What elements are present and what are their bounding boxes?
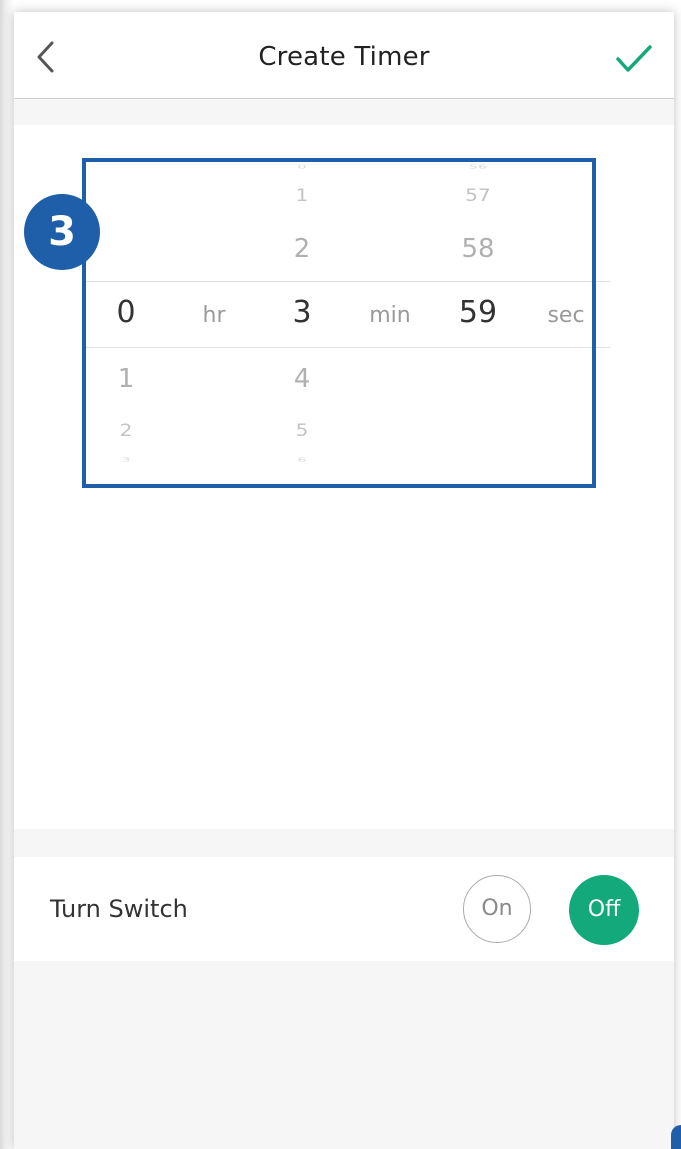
minutes-prev-value: 1 [295,184,309,206]
navigation-bar: Create Timer [14,12,674,99]
app-screen: Create Timer 0 1 2 3 hr 0 1 2 3 4 5 6 mi… [14,12,674,1149]
minutes-prev-value: 0 [297,163,307,171]
divider [82,281,170,282]
minutes-selected-value: 3 [292,295,312,330]
hours-unit-column: hr [170,158,258,488]
divider [522,347,610,348]
divider [82,347,170,348]
time-picker[interactable]: 0 1 2 3 hr 0 1 2 3 4 5 6 min 56 57 58 59… [82,158,612,488]
corner-mark [671,1125,681,1149]
seconds-unit-column: sec [522,158,610,488]
divider [170,347,258,348]
hours-wheel[interactable]: 0 1 2 3 [82,158,170,488]
divider [346,347,434,348]
checkmark-icon [616,45,652,72]
seconds-wheel[interactable]: 56 57 58 59 [434,158,522,488]
divider [522,281,610,282]
hours-unit-label: hr [202,303,226,328]
seconds-prev-value: 57 [465,184,491,206]
minutes-next-value: 6 [297,456,307,464]
hours-next-value: 1 [117,364,135,394]
minutes-unit-column: min [346,158,434,488]
hours-next-value: 2 [119,419,133,441]
seconds-prev-value: 58 [461,234,495,264]
divider [258,281,346,282]
page-title: Create Timer [258,42,430,72]
divider [434,347,522,348]
hours-next-value: 3 [121,456,131,464]
minutes-next-value: 4 [293,364,311,394]
off-button[interactable]: Off [569,875,639,945]
divider [170,281,258,282]
divider [346,281,434,282]
seconds-selected-value: 59 [458,295,498,330]
minutes-wheel[interactable]: 0 1 2 3 4 5 6 [258,158,346,488]
timer-picker-card: 0 1 2 3 hr 0 1 2 3 4 5 6 min 56 57 58 59… [14,125,674,829]
turn-switch-row: Turn Switch On Off [14,857,674,961]
minutes-next-value: 5 [295,419,309,441]
hours-selected-value: 0 [116,295,136,330]
confirm-button[interactable] [614,42,654,76]
seconds-prev-value: 56 [469,163,487,171]
divider [434,281,522,282]
step-number-badge: 3 [24,194,100,270]
turn-switch-label: Turn Switch [50,895,188,923]
divider [258,347,346,348]
minutes-prev-value: 2 [293,234,311,264]
on-button[interactable]: On [463,875,531,943]
seconds-unit-label: sec [547,303,585,328]
minutes-unit-label: min [369,303,411,328]
